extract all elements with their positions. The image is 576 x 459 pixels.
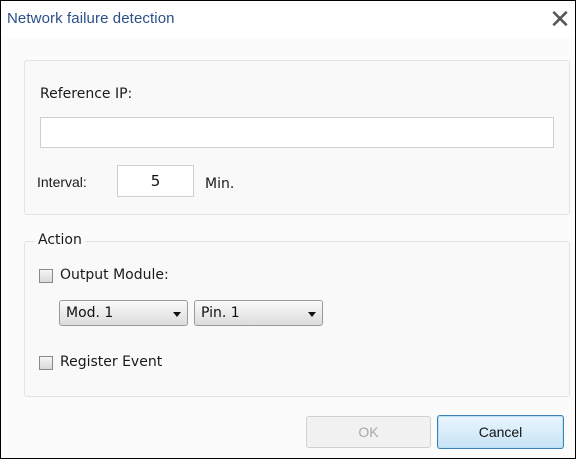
register-event-checkbox[interactable] <box>39 356 53 370</box>
title-bar: Network failure detection ✕ <box>1 1 575 39</box>
module-select-value: Mod. 1 <box>66 305 114 321</box>
interval-unit-label: Min. <box>205 176 235 192</box>
network-failure-dialog: Network failure detection ✕ Reference IP… <box>0 0 576 459</box>
pin-select[interactable]: Pin. 1 <box>194 300 323 326</box>
dialog-title: Network failure detection <box>7 10 175 27</box>
cancel-button[interactable]: Cancel <box>437 415 564 449</box>
output-module-checkbox[interactable] <box>39 269 53 283</box>
pin-select-value: Pin. 1 <box>201 305 240 321</box>
close-icon[interactable]: ✕ <box>547 5 573 35</box>
register-event-label: Register Event <box>60 354 163 370</box>
output-module-label: Output Module: <box>60 267 169 283</box>
interval-label: Interval: <box>37 174 87 190</box>
action-group-label: Action <box>35 232 85 248</box>
reference-ip-label: Reference IP: <box>40 86 133 102</box>
chevron-down-icon <box>173 312 181 317</box>
module-select[interactable]: Mod. 1 <box>59 300 188 326</box>
reference-ip-input[interactable] <box>40 117 554 148</box>
ok-button[interactable]: OK <box>306 416 431 448</box>
interval-input[interactable]: 5 <box>117 165 194 197</box>
chevron-down-icon <box>308 312 316 317</box>
